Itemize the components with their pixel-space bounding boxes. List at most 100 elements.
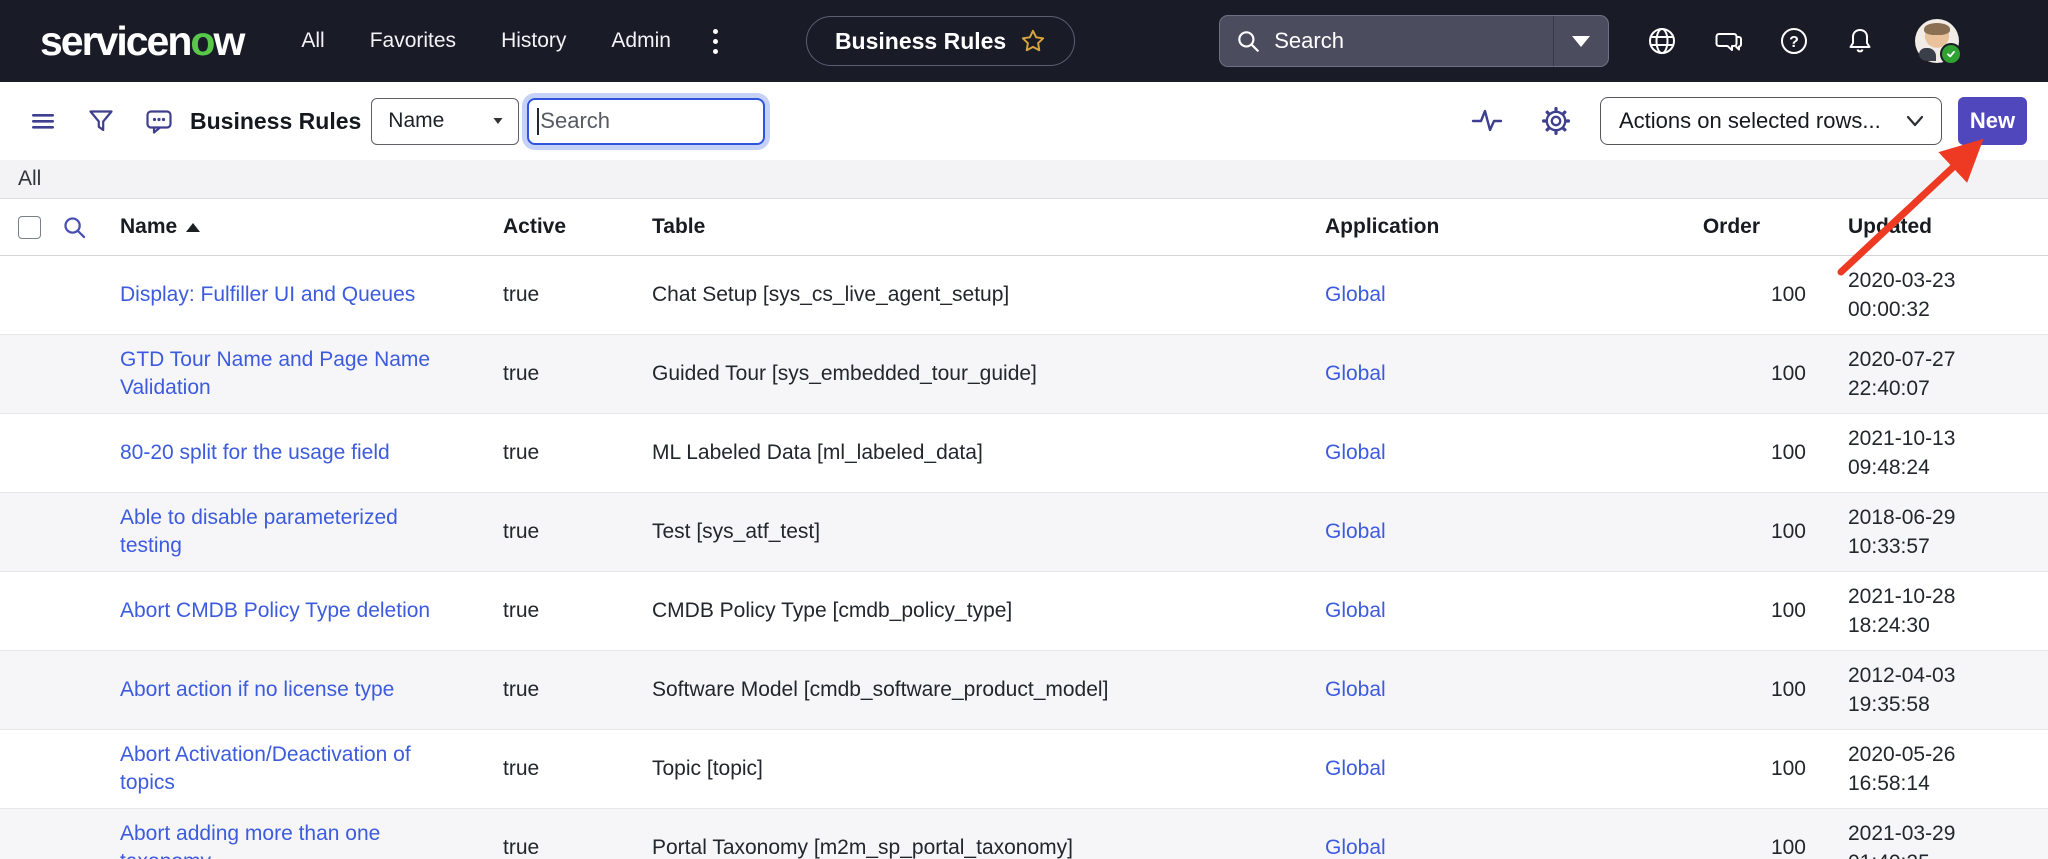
table-row[interactable]: Abort Activation/Deactivation of topics … (0, 730, 2048, 809)
cell-name: Abort adding more than one taxonomy (120, 820, 503, 859)
application-link[interactable]: Global (1325, 283, 1386, 306)
table-row[interactable]: Abort CMDB Policy Type deletion true CMD… (0, 572, 2048, 651)
cell-application: Global (1325, 362, 1650, 386)
cell-updated: 2020-03-23 00:00:32 (1806, 266, 2048, 325)
cell-table: ML Labeled Data [ml_labeled_data] (652, 441, 1325, 465)
cell-updated: 2021-10-28 18:24:30 (1806, 582, 2048, 641)
globe-icon[interactable] (1647, 26, 1677, 56)
application-link[interactable]: Global (1325, 520, 1386, 543)
cell-active: true (503, 520, 652, 544)
gear-icon[interactable] (1540, 105, 1572, 137)
record-link[interactable]: Abort adding more than one taxonomy (120, 822, 380, 859)
personalization-activity-icon[interactable] (1470, 106, 1504, 136)
cell-updated: 2021-03-29 01:40:25 (1806, 819, 2048, 859)
application-link[interactable]: Global (1325, 757, 1386, 780)
table-row[interactable]: GTD Tour Name and Page Name Validation t… (0, 335, 2048, 414)
cell-active: true (503, 441, 652, 465)
online-status-icon (1940, 43, 1962, 65)
breadcrumb: All (0, 160, 2048, 199)
top-nav-menu: All Favorites History Admin (301, 29, 671, 53)
servicenow-logo[interactable]: servicenow (40, 18, 243, 65)
record-link[interactable]: Abort action if no license type (120, 678, 394, 701)
context-pill-label: Business Rules (835, 28, 1006, 55)
column-header-application[interactable]: Application (1325, 215, 1650, 239)
feedback-icon[interactable] (144, 106, 174, 136)
record-link[interactable]: GTD Tour Name and Page Name Validation (120, 348, 430, 399)
application-link[interactable]: Global (1325, 678, 1386, 701)
record-link[interactable]: Display: Fulfiller UI and Queues (120, 283, 415, 306)
cell-updated: 2020-05-26 16:58:14 (1806, 740, 2048, 799)
column-header-name[interactable]: Name (120, 215, 503, 239)
updated-date: 2020-03-23 (1848, 266, 2048, 295)
help-icon[interactable]: ? (1779, 26, 1809, 56)
nav-item-history[interactable]: History (501, 29, 566, 53)
cell-active: true (503, 757, 652, 781)
cell-active: true (503, 678, 652, 702)
table-row[interactable]: Abort adding more than one taxonomy true… (0, 809, 2048, 859)
record-link[interactable]: Abort CMDB Policy Type deletion (120, 599, 430, 622)
cell-name: Abort Activation/Deactivation of topics (120, 741, 503, 798)
logo-text-end: w (213, 18, 243, 64)
user-avatar[interactable] (1915, 19, 1959, 63)
column-header-active[interactable]: Active (503, 215, 652, 239)
table-row[interactable]: Display: Fulfiller UI and Queues true Ch… (0, 256, 2048, 335)
list-toolbar: Business Rules Name Search (0, 82, 2048, 160)
cell-application: Global (1325, 836, 1650, 859)
cell-updated: 2018-06-29 10:33:57 (1806, 503, 2048, 562)
cell-table: Chat Setup [sys_cs_live_agent_setup] (652, 283, 1325, 307)
list-context-menu-icon[interactable] (28, 106, 58, 136)
table-row[interactable]: Abort action if no license type true Sof… (0, 651, 2048, 730)
cell-name: GTD Tour Name and Page Name Validation (120, 346, 503, 403)
column-header-table[interactable]: Table (652, 215, 1325, 239)
cell-active: true (503, 283, 652, 307)
nav-item-all[interactable]: All (301, 29, 324, 53)
cell-name: 80-20 split for the usage field (120, 439, 503, 467)
updated-date: 2018-06-29 (1848, 503, 2048, 532)
column-header-order[interactable]: Order (1650, 215, 1806, 239)
record-link[interactable]: 80-20 split for the usage field (120, 441, 390, 464)
favorite-star-icon[interactable] (1020, 28, 1046, 54)
list-search-placeholder: Search (540, 108, 610, 134)
cell-table: Software Model [cmdb_software_product_mo… (652, 678, 1325, 702)
actions-on-rows-select[interactable]: Actions on selected rows... (1600, 97, 1942, 145)
logo-green-o: o (190, 18, 213, 64)
updated-date: 2012-04-03 (1848, 661, 2048, 690)
cell-application: Global (1325, 283, 1650, 307)
application-link[interactable]: Global (1325, 836, 1386, 859)
table-row[interactable]: Able to disable parameterized testing tr… (0, 493, 2048, 572)
global-search[interactable]: Search (1219, 15, 1609, 67)
table-row[interactable]: 80-20 split for the usage field true ML … (0, 414, 2048, 493)
chat-icon[interactable] (1713, 26, 1743, 56)
application-link[interactable]: Global (1325, 362, 1386, 385)
top-nav-bar: servicenow All Favorites History Admin B… (0, 0, 2048, 82)
breadcrumb-all[interactable]: All (18, 167, 41, 191)
cell-table: Test [sys_atf_test] (652, 520, 1325, 544)
application-link[interactable]: Global (1325, 599, 1386, 622)
select-all-checkbox[interactable] (18, 216, 41, 239)
updated-date: 2020-05-26 (1848, 740, 2048, 769)
column-header-updated[interactable]: Updated (1806, 215, 2048, 239)
bell-icon[interactable] (1845, 26, 1875, 56)
chevron-down-icon (1572, 36, 1590, 47)
nav-item-admin[interactable]: Admin (611, 29, 671, 53)
more-menu-icon[interactable] (713, 29, 718, 54)
text-cursor (537, 108, 539, 135)
context-pill-business-rules[interactable]: Business Rules (806, 16, 1075, 66)
record-link[interactable]: Able to disable parameterized testing (120, 506, 398, 557)
list-search-input[interactable]: Search (527, 98, 765, 145)
new-button[interactable]: New (1958, 97, 2027, 145)
svg-text:?: ? (1789, 34, 1799, 51)
page-title: Business Rules (190, 108, 361, 135)
updated-time: 01:40:25 (1848, 848, 2048, 859)
application-link[interactable]: Global (1325, 441, 1386, 464)
search-scope-dropdown[interactable] (1553, 16, 1608, 66)
record-link[interactable]: Abort Activation/Deactivation of topics (120, 743, 411, 794)
cell-name: Display: Fulfiller UI and Queues (120, 281, 503, 309)
column-search-icon[interactable] (61, 214, 88, 241)
cell-table: Topic [topic] (652, 757, 1325, 781)
search-field-select[interactable]: Name (371, 98, 519, 145)
nav-item-favorites[interactable]: Favorites (370, 29, 456, 53)
filter-icon[interactable] (86, 106, 116, 136)
cell-name: Abort CMDB Policy Type deletion (120, 597, 503, 625)
cell-active: true (503, 836, 652, 859)
